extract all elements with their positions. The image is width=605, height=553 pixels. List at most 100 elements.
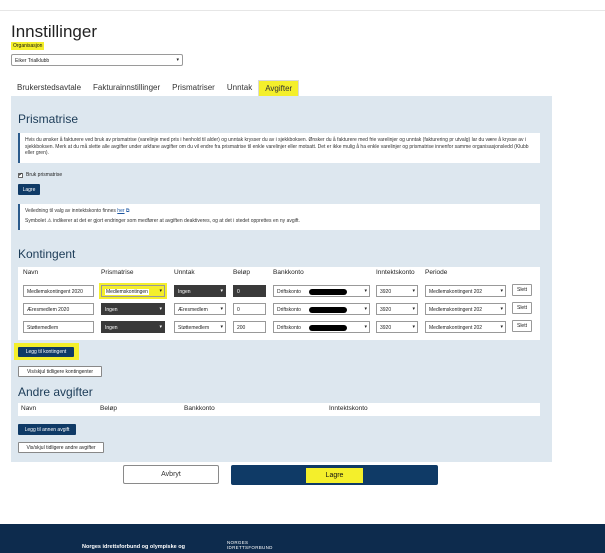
bankkonto-select[interactable]: Driftskonto ▾ <box>273 321 370 333</box>
toggle-kontingenter-button[interactable]: Vis/skjul tidligere kontingenter <box>18 366 102 377</box>
col-belop: Beløp <box>233 269 250 276</box>
redaction-bar <box>309 325 347 331</box>
select-value: Ingen <box>178 289 191 295</box>
col-inntektskonto: Inntektskonto <box>376 269 415 276</box>
chevron-down-icon: ▾ <box>412 324 415 330</box>
select-value: Støttemedlem <box>178 325 210 331</box>
belop-input[interactable]: 0 <box>233 303 266 315</box>
unntak-select[interactable]: Æresmedlem ▾ <box>174 303 226 315</box>
unntak-select[interactable]: Støttemedlem ▾ <box>174 321 226 333</box>
periode-select[interactable]: Medlemskontingent 202 ▾ <box>425 285 506 297</box>
select-value: Driftskonto <box>277 289 301 295</box>
guide-line: Veiledning til valg av inntektskonto fin… <box>25 208 535 215</box>
col-prismatrise: Prismatrise <box>101 269 134 276</box>
navn-input[interactable]: Medlemskontingent 2020 <box>23 285 94 297</box>
add-annen-avgift-button[interactable]: Legg til annen avgift <box>18 424 76 435</box>
warning-icon: ⚠ <box>47 217 52 224</box>
tab-fakturainnstillinger[interactable]: Fakturainnstillinger <box>87 80 166 97</box>
select-value: Medlemskontingent 202 <box>429 307 483 313</box>
select-value: Medlemskontingent 202 <box>429 289 483 295</box>
tab-bar: Brukerstedsavtale Fakturainnstillinger P… <box>11 80 300 97</box>
symbol-line: Symbolet ⚠ indikerer at det er gjort end… <box>25 218 535 225</box>
bruk-prismatrise-checkbox[interactable]: ✔ Bruk prismatrise <box>18 172 62 178</box>
footer-logo-line2: IDRETTSFORBUND <box>227 545 273 550</box>
org-select-value: Eiker Trialklubb <box>15 58 50 64</box>
save-button-label: Lagre <box>305 467 364 483</box>
footer-org-text: Norges idrettsforbund og olympiske og <box>82 544 185 550</box>
chevron-down-icon: ▾ <box>220 288 223 294</box>
chevron-down-icon: ▾ <box>412 288 415 294</box>
inntektskonto-select[interactable]: 3920 ▾ <box>376 303 418 315</box>
chevron-down-icon: ▾ <box>364 306 367 312</box>
guide-link[interactable]: her <box>117 208 124 214</box>
cancel-button[interactable]: Avbryt <box>123 465 219 484</box>
org-label: Organisasjon <box>11 42 45 50</box>
kontingent-table-header: Navn Prismatrise Unntak Beløp Bankkonto … <box>18 267 540 278</box>
delete-button[interactable]: Slett <box>512 302 532 314</box>
save-button[interactable]: Lagre <box>231 465 438 485</box>
periode-select[interactable]: Medlemskontingent 202 ▾ <box>425 321 506 333</box>
select-value: 3920 <box>380 289 392 295</box>
toggle-andre-avgifter-button[interactable]: Vis/skjul tidligere andre avgifter <box>18 442 104 453</box>
select-value: 3920 <box>380 325 392 331</box>
belop-input[interactable]: 200 <box>233 321 266 333</box>
inntektskonto-select[interactable]: 3920 ▾ <box>376 285 418 297</box>
add-kontingent-button[interactable]: Legg til kontingent <box>18 347 74 357</box>
prismatrise-select[interactable]: Medlemskontingen ▾ <box>99 283 167 299</box>
periode-select[interactable]: Medlemskontingent 202 ▾ <box>425 303 506 315</box>
col-belop: Beløp <box>100 405 117 412</box>
tab-unntak[interactable]: Unntak <box>221 80 258 97</box>
redaction-bar <box>309 307 347 313</box>
chevron-down-icon: ▾ <box>412 306 415 312</box>
avgifter-panel: Prismatrise Hvis du ønsker å fakturere v… <box>11 96 552 462</box>
chevron-down-icon: ▾ <box>500 288 503 294</box>
bankkonto-select[interactable]: Driftskonto ▾ <box>273 285 370 297</box>
chevron-down-icon: ▾ <box>500 324 503 330</box>
prismatrise-select[interactable]: Ingen ▾ <box>101 303 165 315</box>
select-value: Medlemskontingent 202 <box>429 325 483 331</box>
navn-input[interactable]: Støttemedlem <box>23 321 94 333</box>
col-unntak: Unntak <box>174 269 195 276</box>
page-title: Innstillinger <box>11 22 97 41</box>
chevron-down-icon: ▾ <box>364 324 367 330</box>
col-periode: Periode <box>425 269 448 276</box>
bankkonto-select[interactable]: Driftskonto ▾ <box>273 303 370 315</box>
top-divider <box>0 10 605 11</box>
select-value: Ingen <box>105 307 118 313</box>
redaction-bar <box>309 289 347 295</box>
navn-input[interactable]: Æresmedlem 2020 <box>23 303 94 315</box>
chevron-down-icon: ▾ <box>159 288 162 294</box>
tab-prismatriser[interactable]: Prismatriser <box>166 80 221 97</box>
delete-button[interactable]: Slett <box>512 284 532 296</box>
inntektskonto-select[interactable]: 3920 ▾ <box>376 321 418 333</box>
tab-brukerstedsavtale[interactable]: Brukerstedsavtale <box>11 80 87 97</box>
checkbox-label: Bruk prismatrise <box>26 172 63 178</box>
select-value: 3920 <box>380 307 392 313</box>
prismatrise-save-button[interactable]: Lagre <box>18 184 40 195</box>
prismatrise-info: Hvis du ønsker å fakturere ved bruk av p… <box>18 133 540 163</box>
symbol-text-post: indikerer at det er gjort endringer som … <box>53 217 300 224</box>
checkbox-checked-icon[interactable]: ✔ <box>18 172 23 178</box>
guide-info: Veiledning til valg av inntektskonto fin… <box>18 204 540 230</box>
select-value: Æresmedlem <box>178 307 208 313</box>
external-link-icon: ⧉ <box>125 208 130 214</box>
tab-avgifter[interactable]: Avgifter <box>258 80 300 97</box>
col-inntektskonto: Inntektskonto <box>329 405 368 412</box>
chevron-down-icon: ▾ <box>500 306 503 312</box>
prismatrise-heading: Prismatrise <box>18 112 79 126</box>
belop-input[interactable]: 0 <box>233 285 266 297</box>
delete-button[interactable]: Slett <box>512 320 532 332</box>
col-navn: Navn <box>21 405 37 412</box>
prismatrise-select[interactable]: Ingen ▾ <box>101 321 165 333</box>
chevron-down-icon: ▾ <box>364 288 367 294</box>
chevron-down-icon: ▾ <box>159 306 162 312</box>
chevron-down-icon: ▾ <box>159 324 162 330</box>
symbol-text-pre: Symbolet <box>25 217 46 224</box>
unntak-select[interactable]: Ingen ▾ <box>174 285 226 297</box>
select-value: Medlemskontingen <box>105 289 149 295</box>
kontingent-heading: Kontingent <box>18 247 76 261</box>
chevron-down-icon: ▾ <box>220 324 223 330</box>
footer-logo: NORGES IDRETTSFORBUND <box>227 540 273 550</box>
col-bankkonto: Bankkonto <box>273 269 304 276</box>
org-select[interactable]: Eiker Trialklubb ▾ <box>11 54 183 66</box>
